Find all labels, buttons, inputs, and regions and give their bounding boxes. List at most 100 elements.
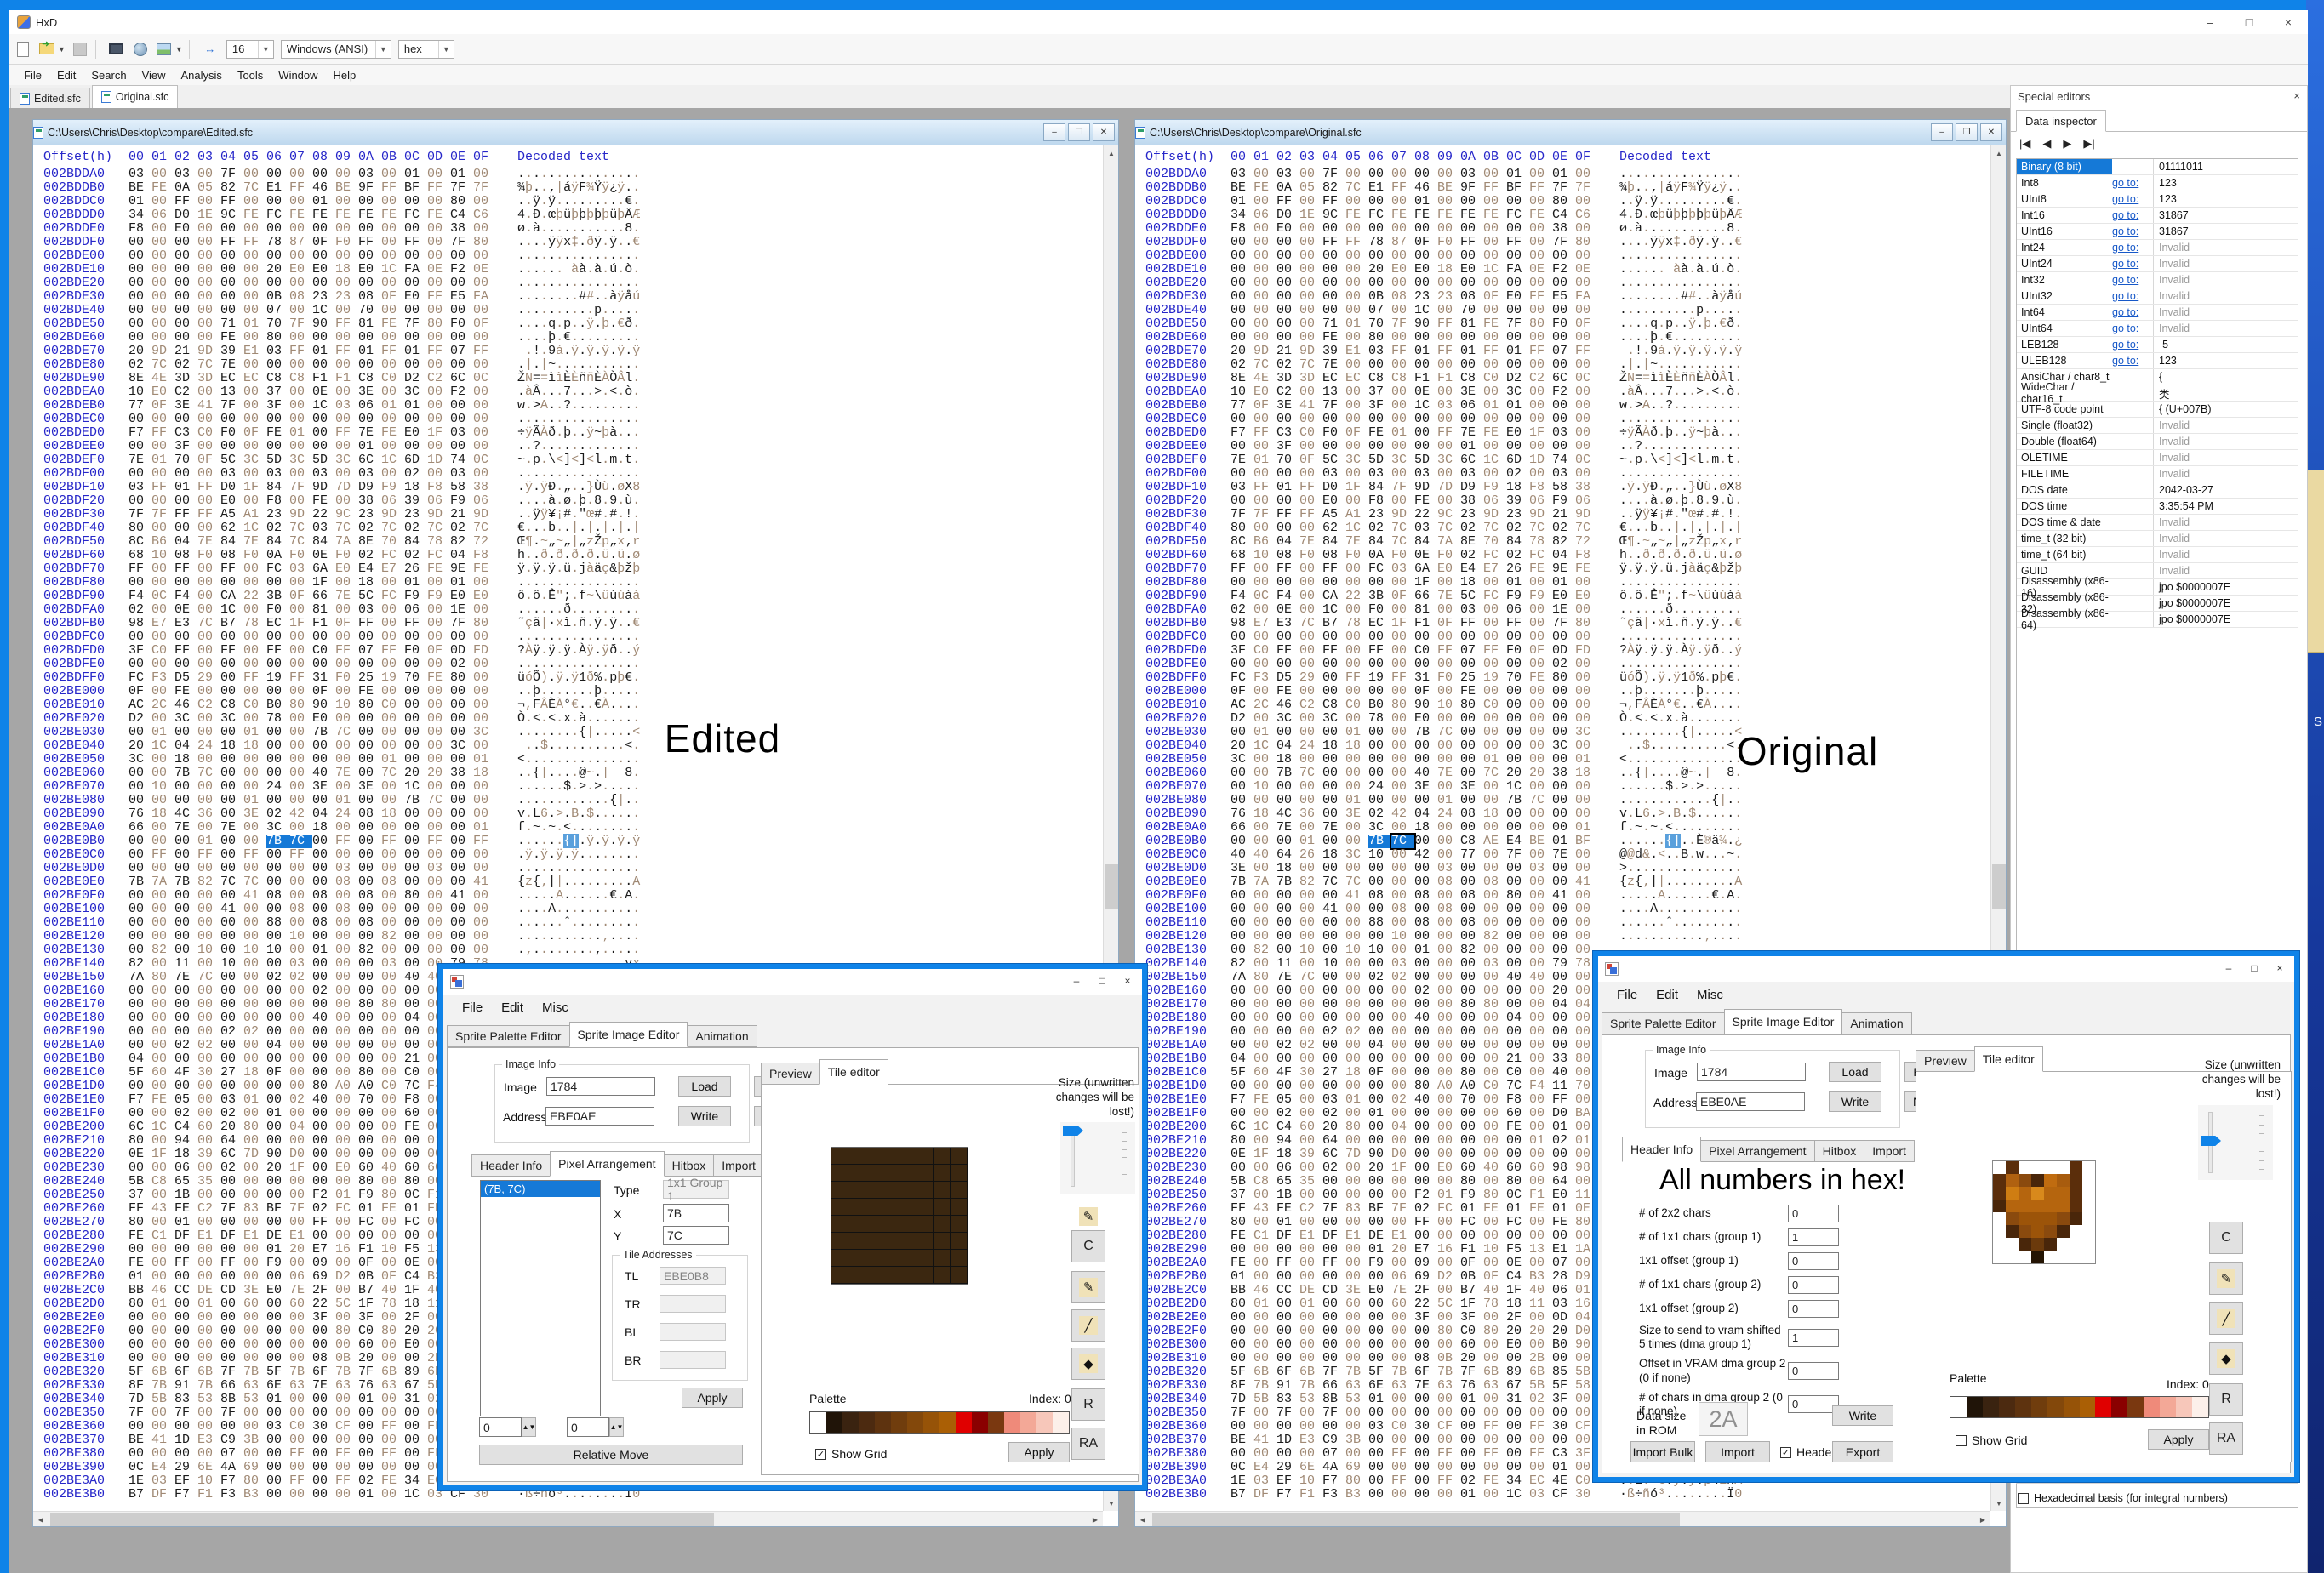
hex-byte[interactable]: 00 (1391, 399, 1414, 413)
hex-byte[interactable]: 00 (174, 1025, 197, 1039)
hex-byte[interactable]: 00 (1437, 957, 1460, 971)
hex-byte[interactable]: 00 (174, 413, 197, 426)
hex-byte[interactable]: 04 (266, 1039, 289, 1052)
hex-byte[interactable]: 00 (151, 1161, 174, 1175)
hex-byte[interactable]: 5F (128, 1066, 151, 1080)
hex-byte[interactable]: 00 (1414, 998, 1437, 1012)
hex-byte[interactable]: 00 (1345, 1134, 1368, 1148)
hex-byte[interactable]: B6 (151, 535, 174, 549)
hex-byte[interactable]: 1E (450, 603, 473, 617)
hex-byte[interactable]: 00 (381, 576, 404, 590)
hex-byte[interactable]: B0 (1552, 1338, 1575, 1352)
hex-byte[interactable]: 00 (1368, 1406, 1391, 1420)
zoom-slider[interactable] (1060, 1122, 1135, 1194)
hex-byte[interactable]: 00 (427, 658, 450, 671)
hex-byte[interactable]: 00 (1322, 685, 1345, 698)
canvas-pixel[interactable] (882, 1216, 899, 1233)
hex-byte[interactable]: 80 (1345, 1120, 1368, 1134)
hex-byte[interactable]: 01 (404, 168, 427, 181)
hex-byte[interactable]: 00 (243, 1012, 266, 1025)
hex-byte[interactable]: FF (381, 1447, 404, 1461)
hex-byte[interactable]: E1 (197, 1229, 220, 1243)
hex-byte[interactable]: 23 (335, 290, 358, 304)
hex-byte[interactable]: 00 (1575, 916, 1598, 930)
hex-byte[interactable]: 00 (404, 685, 427, 698)
canvas-pixel[interactable] (831, 1233, 848, 1250)
hex-byte[interactable]: 00 (335, 276, 358, 290)
hex-byte[interactable]: BE (1529, 835, 1552, 848)
hex-byte[interactable]: 0F (427, 644, 450, 658)
hex-byte[interactable]: 00 (1552, 630, 1575, 644)
hex-byte[interactable]: CC (1276, 1284, 1299, 1297)
canvas-pixel[interactable] (2031, 1174, 2044, 1187)
hex-byte[interactable]: 00 (404, 331, 427, 345)
hex-byte[interactable]: 9D (312, 481, 335, 494)
scroll-up-icon[interactable]: ▲ (1104, 145, 1119, 161)
decoded-text[interactable]: ...... àà.à.ú.ò. (517, 263, 640, 276)
hex-byte[interactable]: 00 (335, 1093, 358, 1107)
inspector-value[interactable]: Invalid (2153, 256, 2298, 271)
canvas-pixel[interactable] (2044, 1187, 2057, 1200)
hex-byte[interactable]: 3C (1391, 453, 1414, 467)
hex-byte[interactable]: 00 (1253, 1257, 1276, 1270)
hex-byte[interactable]: 00 (1276, 984, 1299, 998)
canvas-pixel[interactable] (2082, 1212, 2095, 1225)
hex-byte[interactable]: 00 (312, 739, 335, 753)
hex-byte[interactable]: BE (1231, 1433, 1253, 1447)
hex-byte[interactable]: 00 (1276, 1447, 1299, 1461)
hex-byte[interactable]: C8 (1253, 1175, 1276, 1188)
hex-byte[interactable]: 00 (1299, 467, 1322, 481)
hex-byte[interactable]: 02 (128, 358, 151, 372)
hex-byte[interactable]: EC (1368, 617, 1391, 630)
hex-byte[interactable]: F0 (289, 549, 312, 562)
hex-byte[interactable]: 00 (1368, 903, 1391, 916)
hex-byte[interactable]: 08 (1437, 903, 1460, 916)
hex-byte[interactable]: F4 (1529, 1080, 1552, 1093)
hex-byte[interactable]: 03 (128, 168, 151, 181)
hex-byte[interactable]: 00 (128, 1039, 151, 1052)
hex-byte[interactable]: 0E (473, 263, 496, 276)
inspector-value[interactable]: jpo $0000007E (2153, 612, 2298, 627)
hex-byte[interactable]: 08 (1391, 903, 1414, 916)
hex-byte[interactable]: 00 (473, 304, 496, 317)
decoded-text[interactable]: ..?............. (1619, 440, 1742, 453)
hex-byte[interactable]: 00 (1368, 998, 1391, 1012)
hex-byte[interactable]: 0A (174, 181, 197, 195)
relative-move-button[interactable]: Relative Move (479, 1445, 743, 1465)
hex-byte[interactable]: C0 (381, 698, 404, 712)
hex-byte[interactable]: 00 (151, 168, 174, 181)
hex-byte[interactable]: 00 (220, 263, 243, 276)
hex-byte[interactable]: FF (1529, 1447, 1552, 1461)
hex-byte[interactable]: 63 (1437, 1379, 1460, 1393)
hex-byte[interactable]: 00 (1322, 290, 1345, 304)
hex-byte[interactable]: 5B (1529, 1379, 1552, 1393)
hex-byte[interactable]: 00 (1322, 1270, 1345, 1284)
hex-byte[interactable]: 00 (1460, 195, 1483, 208)
canvas-pixel[interactable] (934, 1267, 951, 1284)
decoded-text[interactable]: {z{‚||.........A (1619, 875, 1742, 889)
image-input[interactable]: 1784 (1697, 1063, 1806, 1081)
hex-byte[interactable]: FE (1322, 331, 1345, 345)
hex-byte[interactable]: 01 (381, 753, 404, 767)
hex-byte[interactable]: 08 (312, 916, 335, 930)
hex-byte[interactable]: 00 (1231, 780, 1253, 794)
hex-byte[interactable]: E0 (1437, 1161, 1460, 1175)
hex-byte[interactable]: 1F (289, 1161, 312, 1175)
hex-byte[interactable]: 00 (335, 467, 358, 481)
hex-byte[interactable]: 01 (1529, 1134, 1552, 1148)
decoded-text[interactable]: ..?............. (517, 440, 640, 453)
hex-byte[interactable]: 10 (1368, 943, 1391, 957)
hex-byte[interactable]: 00 (358, 848, 381, 862)
hex-byte[interactable]: 03 (1552, 467, 1575, 481)
hex-byte[interactable]: 00 (1253, 1311, 1276, 1325)
hex-byte[interactable]: 00 (266, 1474, 289, 1488)
hex-byte[interactable]: A5 (220, 508, 243, 521)
hex-byte[interactable]: 00 (243, 263, 266, 276)
hex-byte[interactable]: FC (404, 208, 427, 222)
hex-byte[interactable]: E0 (312, 712, 335, 726)
hex-byte[interactable]: 00 (1575, 930, 1598, 943)
hex-byte[interactable]: 00 (1253, 263, 1276, 276)
hex-byte[interactable]: 00 (312, 1325, 335, 1338)
child-close-icon[interactable]: ✕ (1980, 123, 2002, 141)
hex-byte[interactable]: F1 (197, 1488, 220, 1502)
